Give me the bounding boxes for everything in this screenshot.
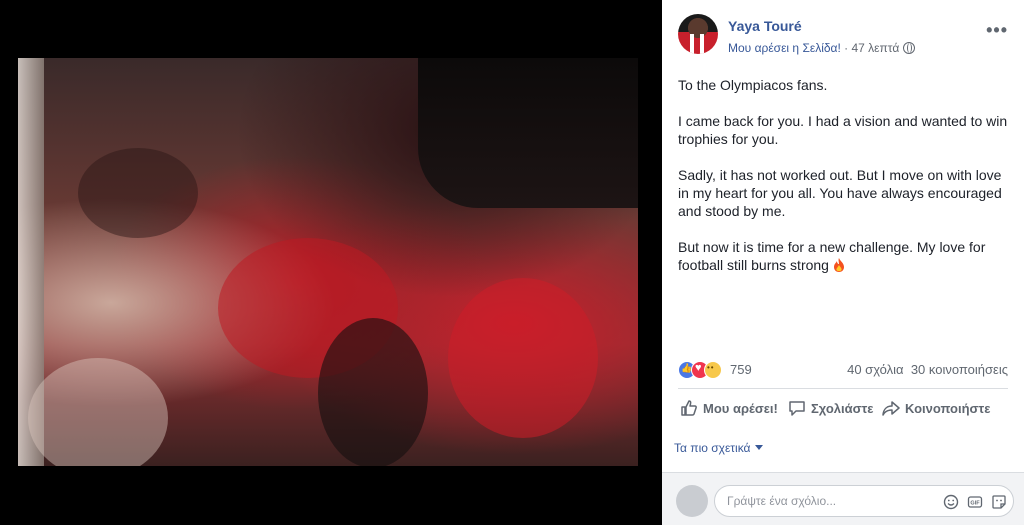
comment-share-counts: 40 σχόλια 30 κοινοποιήσεις (847, 362, 1008, 377)
reaction-count[interactable]: 759 (730, 362, 752, 377)
comment-composer: Γράψτε ένα σχόλιο... GIF (662, 472, 1024, 525)
more-icon[interactable]: ••• (986, 20, 1008, 41)
emoji-icon[interactable] (943, 494, 959, 510)
post-paragraph-last: But now it is time for a new challenge. … (678, 238, 1008, 274)
caret-icon (754, 445, 763, 450)
avatar-stripe (700, 34, 704, 54)
post-time[interactable]: 47 λεπτά (852, 41, 900, 55)
comment-sort-label: Τα πιο σχετικά (674, 441, 751, 455)
fire-icon (833, 258, 844, 272)
like-button[interactable]: Μου αρέσει! (680, 399, 778, 417)
like-label: Μου αρέσει! (703, 401, 778, 416)
post-side-panel: Yaya Touré Μου αρέσει η Σελίδα! · 47 λεπ… (662, 0, 1024, 525)
reaction-icons[interactable] (678, 361, 722, 379)
viewer-avatar (676, 485, 708, 517)
photo-viewer (0, 0, 662, 524)
post-photo[interactable] (18, 58, 638, 466)
post-paragraph: I came back for you. I had a vision and … (678, 113, 1008, 147)
like-icon (681, 400, 697, 416)
share-button[interactable]: Κοινοποιήστε (882, 399, 990, 417)
post-paragraph: But now it is time for a new challenge. … (678, 239, 986, 273)
like-page-link[interactable]: Μου αρέσει η Σελίδα! (728, 41, 841, 55)
post-header: Yaya Touré Μου αρέσει η Σελίδα! · 47 λεπ… (678, 14, 1008, 58)
comment-placeholder: Γράψτε ένα σχόλιο... (727, 494, 837, 508)
comment-button[interactable]: Σχολιάστε (788, 399, 873, 417)
shares-count[interactable]: 30 κοινοποιήσεις (911, 362, 1008, 377)
globe-icon (903, 42, 916, 54)
share-icon (882, 401, 900, 416)
author-name[interactable]: Yaya Touré (728, 18, 802, 34)
divider (678, 388, 1008, 389)
post-text: To the Olympiacos fans. I came back for … (678, 76, 1008, 292)
author-avatar[interactable] (678, 14, 718, 54)
avatar-stripe (690, 34, 694, 54)
photo-tunnel (418, 58, 638, 208)
post-paragraph: Sadly, it has not worked out. But I move… (678, 167, 1002, 219)
photo-crowd-dark (318, 318, 428, 466)
comment-input[interactable]: Γράψτε ένα σχόλιο... GIF (714, 485, 1014, 517)
share-label: Κοινοποιήστε (905, 401, 991, 416)
comment-label: Σχολιάστε (811, 401, 874, 416)
comment-icon (789, 401, 805, 416)
meta-separator: · (840, 41, 852, 55)
post-meta: Μου αρέσει η Σελίδα! · 47 λεπτά (728, 41, 916, 55)
post-paragraph: To the Olympiacos fans. (678, 77, 828, 93)
svg-text:GIF: GIF (970, 501, 980, 507)
engagement-counts: 759 40 σχόλια 30 κοινοποιήσεις (678, 360, 1008, 380)
photo-crowd-light (28, 358, 168, 466)
sad-reaction-icon (704, 361, 722, 379)
photo-crowd-red (448, 278, 598, 438)
comment-sort: Τα πιο σχετικά (662, 428, 1024, 468)
comments-count[interactable]: 40 σχόλια (847, 362, 903, 377)
post-actions: Μου αρέσει! Σχολιάστε Κοινοποιήστε (678, 394, 1008, 424)
gif-icon[interactable]: GIF (967, 494, 983, 510)
photo-crowd-shade (78, 148, 198, 238)
sticker-icon[interactable] (991, 494, 1007, 510)
comment-sort-dropdown[interactable]: Τα πιο σχετικά (674, 441, 763, 455)
